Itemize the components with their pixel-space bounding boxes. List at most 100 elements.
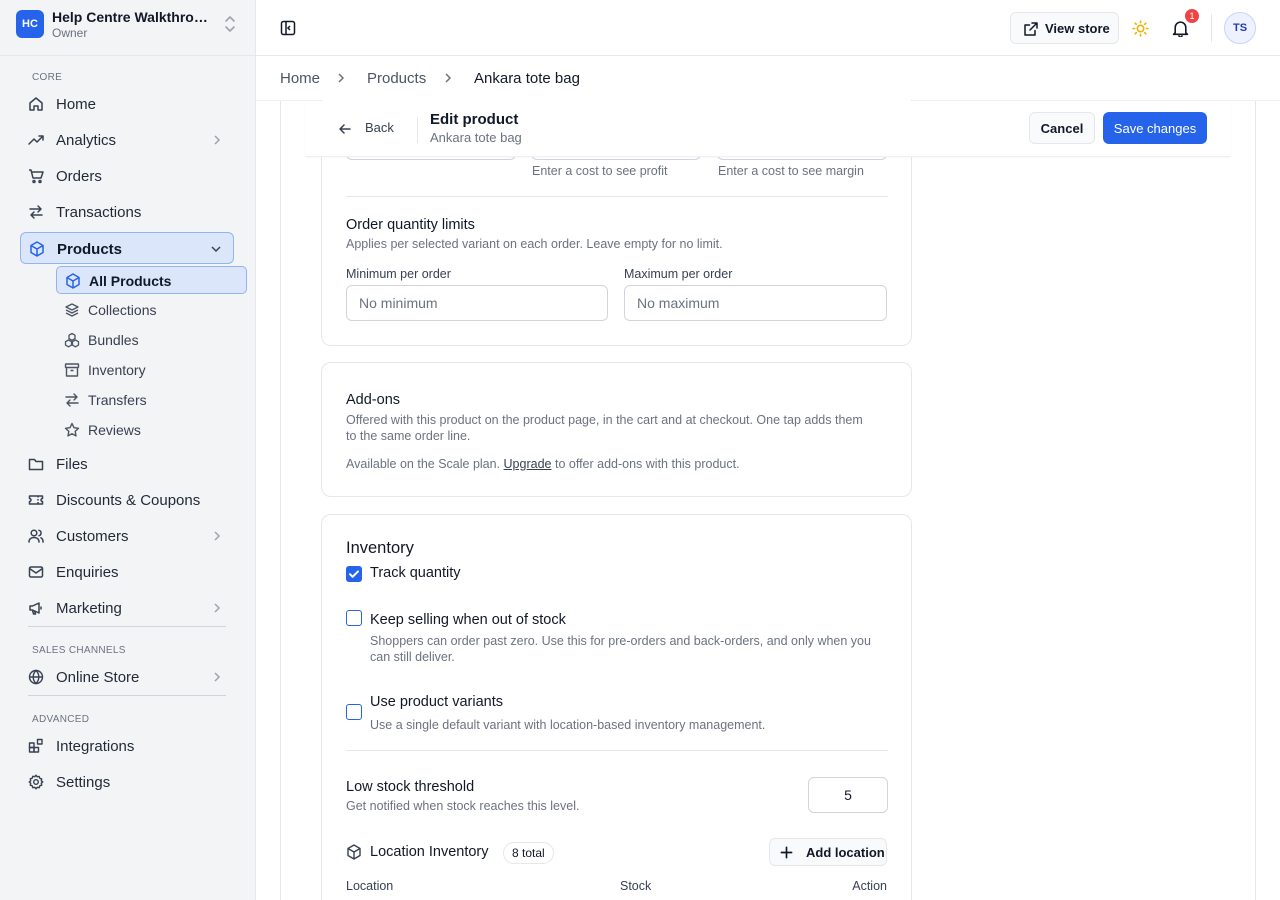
margin-hint: Enter a cost to see margin xyxy=(718,164,864,178)
sidebar-subitem-inventory[interactable]: Inventory xyxy=(56,356,247,384)
page-subtitle: Ankara tote bag xyxy=(430,130,522,145)
gear-icon xyxy=(28,774,44,790)
sidebar-item-files[interactable]: Files xyxy=(20,448,234,480)
sidebar-item-label: Customers xyxy=(56,528,129,545)
min-per-order-label: Minimum per order xyxy=(346,267,451,281)
min-per-order-placeholder: No minimum xyxy=(359,295,438,311)
location-count-badge: 8 total xyxy=(503,842,554,864)
add-location-button[interactable]: Add location xyxy=(769,838,887,866)
view-store-button[interactable]: View store xyxy=(1010,12,1119,44)
sidebar-item-orders[interactable]: Orders xyxy=(20,160,234,192)
use-variants-checkbox[interactable] xyxy=(346,704,362,720)
keep-selling-checkbox[interactable] xyxy=(346,610,362,626)
sidebar-item-label: Enquiries xyxy=(56,564,119,581)
sidebar-item-label: Orders xyxy=(56,168,102,185)
sidebar-subitem-label: Reviews xyxy=(88,422,141,438)
sidebar-item-home[interactable]: Home xyxy=(20,88,234,120)
keep-selling-label: Keep selling when out of stock xyxy=(370,612,566,628)
save-changes-button[interactable]: Save changes xyxy=(1103,112,1207,144)
globe-icon xyxy=(28,669,44,685)
low-stock-title: Low stock threshold xyxy=(346,779,475,795)
column-header-action: Action xyxy=(852,879,887,893)
sidebar-item-settings[interactable]: Settings xyxy=(20,766,234,798)
sidebar-subitem-transfers[interactable]: Transfers xyxy=(56,386,247,414)
workspace-badge: HC xyxy=(16,10,44,38)
package-icon xyxy=(66,273,80,289)
sidebar-item-customers[interactable]: Customers xyxy=(20,520,234,552)
avatar[interactable]: TS xyxy=(1224,12,1256,44)
sidebar-item-transactions[interactable]: Transactions xyxy=(20,196,234,228)
order-limits-help: Applies per selected variant on each ord… xyxy=(346,237,723,251)
max-per-order-label: Maximum per order xyxy=(624,267,733,281)
sidebar-toggle-icon[interactable] xyxy=(280,20,296,36)
min-per-order-input[interactable]: No minimum xyxy=(346,285,608,321)
sidebar-subitem-bundles[interactable]: Bundles xyxy=(56,326,247,354)
track-quantity-label: Track quantity xyxy=(370,565,461,581)
sidebar-subitem-label: Bundles xyxy=(88,332,139,348)
sidebar-item-integrations[interactable]: Integrations xyxy=(20,730,234,762)
sidebar-subitem-label: Collections xyxy=(88,302,157,318)
sidebar-item-label: Products xyxy=(57,241,123,258)
arrows-left-right-icon xyxy=(29,205,43,219)
sidebar-item-marketing[interactable]: Marketing xyxy=(20,592,234,624)
breadcrumb-home[interactable]: Home xyxy=(280,70,320,87)
package-icon xyxy=(347,844,361,860)
chevron-right-icon xyxy=(445,73,452,83)
sun-icon[interactable] xyxy=(1132,20,1149,37)
sidebar-divider xyxy=(0,55,255,56)
section-label-core: CORE xyxy=(32,72,63,83)
archive-icon xyxy=(64,363,80,377)
folder-icon xyxy=(28,458,44,471)
sidebar-item-label: Marketing xyxy=(56,600,122,617)
low-stock-threshold-input[interactable]: 5 xyxy=(808,777,888,813)
breadcrumb-products[interactable]: Products xyxy=(367,70,426,87)
page-title: Edit product xyxy=(430,111,519,128)
star-icon xyxy=(64,422,80,437)
sidebar-subitem-collections[interactable]: Collections xyxy=(56,296,247,324)
track-quantity-checkbox[interactable] xyxy=(346,566,362,582)
sidebar-item-analytics[interactable]: Analytics xyxy=(20,124,234,156)
trending-up-icon xyxy=(28,135,44,145)
sidebar-item-label: Discounts & Coupons xyxy=(56,492,201,509)
plus-icon xyxy=(780,846,793,859)
package-icon xyxy=(30,241,44,257)
sidebar-item-online-store[interactable]: Online Store xyxy=(20,661,234,693)
users-icon xyxy=(28,529,44,543)
chevrons-up-down-icon xyxy=(225,16,235,32)
sidebar-item-discounts[interactable]: Discounts & Coupons xyxy=(20,484,234,516)
workspace-switcher[interactable]: HC Help Centre Walkthrough Owner xyxy=(16,9,244,44)
sidebar-item-enquiries[interactable]: Enquiries xyxy=(20,556,234,588)
cart-icon xyxy=(29,169,44,184)
sidebar-subitem-all-products[interactable]: All Products xyxy=(56,266,247,294)
sidebar-item-label: Transactions xyxy=(56,204,142,221)
chevron-right-icon xyxy=(214,672,221,682)
low-stock-value: 5 xyxy=(844,787,852,803)
sidebar-item-label: Integrations xyxy=(56,738,135,755)
section-label-sales-channels: SALES CHANNELS xyxy=(32,645,126,656)
upgrade-link[interactable]: Upgrade xyxy=(504,457,552,471)
view-store-label: View store xyxy=(1045,21,1110,36)
addons-desc-line1: Offered with this product on the product… xyxy=(346,413,863,427)
arrow-left-icon xyxy=(339,124,351,134)
order-limits-title: Order quantity limits xyxy=(346,217,475,233)
section-label-advanced: ADVANCED xyxy=(32,714,90,725)
notification-count-badge: 1 xyxy=(1185,9,1199,23)
megaphone-icon xyxy=(29,602,42,615)
max-per-order-input[interactable]: No maximum xyxy=(624,285,887,321)
add-location-label: Add location xyxy=(806,845,885,860)
plan-note-text: to offer add-ons with this product. xyxy=(554,457,740,471)
addons-plan-note: Available on the Scale plan. Upgrade to … xyxy=(346,457,740,471)
workspace-role: Owner xyxy=(52,26,88,40)
cancel-button[interactable]: Cancel xyxy=(1029,112,1095,144)
sidebar-subitem-reviews[interactable]: Reviews xyxy=(56,416,247,444)
section-divider xyxy=(346,750,888,751)
sidebar-item-label: Home xyxy=(56,96,97,113)
bell-icon[interactable] xyxy=(1172,20,1189,37)
keep-selling-help-line2: can still deliver. xyxy=(370,650,455,664)
max-per-order-placeholder: No maximum xyxy=(637,295,720,311)
sidebar-item-products[interactable]: Products xyxy=(20,232,234,264)
layers-icon xyxy=(65,303,79,317)
location-inventory-title: Location Inventory xyxy=(370,844,489,860)
sidebar-item-label: Settings xyxy=(56,774,111,791)
mail-icon xyxy=(28,566,44,578)
